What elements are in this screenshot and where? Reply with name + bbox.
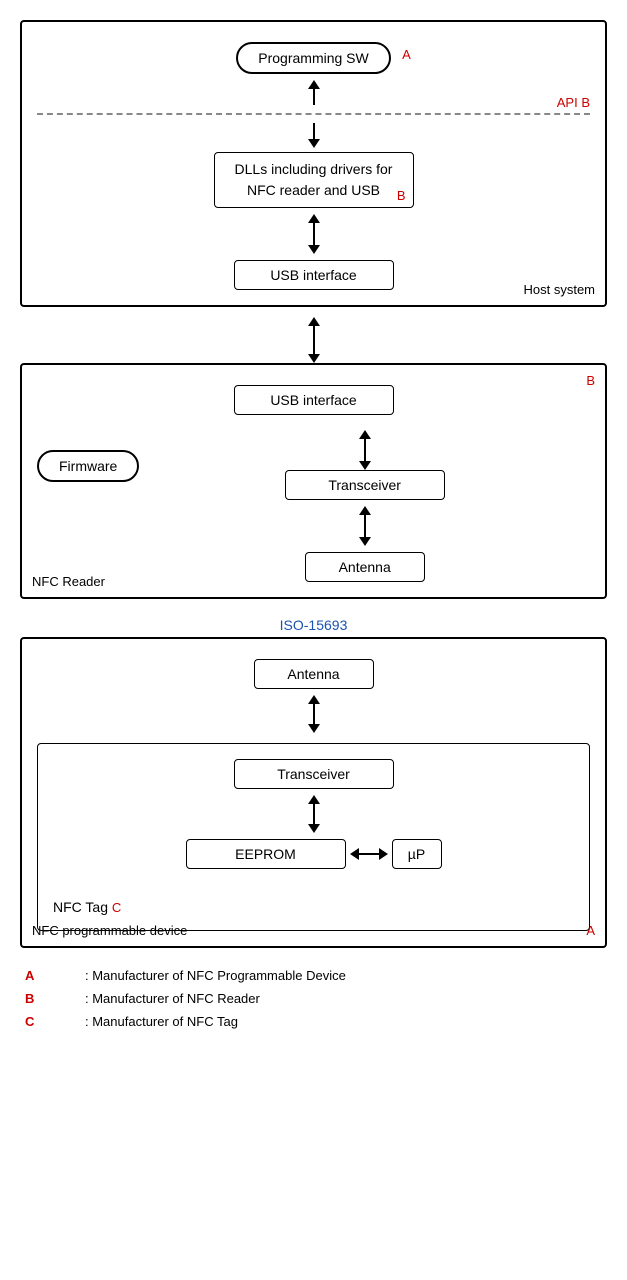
- legend: A : Manufacturer of NFC Programmable Dev…: [20, 968, 607, 1029]
- host-usb-interface-label: USB interface: [270, 267, 356, 283]
- api-dashed-line: [37, 113, 590, 115]
- tag-transceiver-label: Transceiver: [277, 766, 350, 782]
- iso-label: ISO-15693: [20, 609, 607, 637]
- programming-sw-label: Programming SW: [258, 50, 368, 66]
- reader-antenna-box: Antenna: [305, 552, 425, 582]
- legend-item-a: A : Manufacturer of NFC Programmable Dev…: [25, 968, 607, 983]
- nfc-reader-box: B USB interface Firmware: [20, 363, 607, 599]
- firmware-box: Firmware: [37, 450, 139, 482]
- legend-val-c: : Manufacturer of NFC Tag: [85, 1014, 238, 1029]
- nfc-reader-label: NFC Reader: [32, 574, 105, 589]
- legend-val-b: : Manufacturer of NFC Reader: [85, 991, 260, 1006]
- legend-key-c: C: [25, 1014, 85, 1029]
- arrow-transceiver-to-antenna: [359, 506, 371, 546]
- nfc-tag-badge: C: [112, 900, 121, 915]
- arrow-tag-transceiver-to-eeprom: [308, 795, 320, 833]
- reader-usb-interface-label: USB interface: [270, 392, 356, 408]
- api-label: API B: [557, 95, 590, 110]
- nfc-tag-box: Transceiver EEPROM: [37, 743, 590, 931]
- reader-transceiver-box: Transceiver: [285, 470, 445, 500]
- diagram: Programming SW A API B: [20, 20, 607, 1029]
- arrow-dashed-to-dll: [308, 123, 320, 148]
- dll-box: DLLs including drivers forNFC reader and…: [214, 152, 414, 208]
- arrow-eeprom-to-up: [350, 848, 388, 860]
- arrow-prog-antenna-to-tag: [308, 695, 320, 733]
- up-box: µP: [392, 839, 442, 869]
- firmware-label: Firmware: [59, 458, 117, 474]
- reader-antenna-label: Antenna: [339, 559, 391, 575]
- reader-transceiver-label: Transceiver: [328, 477, 401, 493]
- nfc-tag-label: NFC Tag: [53, 899, 108, 915]
- eeprom-label: EEPROM: [235, 846, 296, 862]
- legend-item-c: C : Manufacturer of NFC Tag: [25, 1014, 607, 1029]
- nfc-prog-device-label: NFC programmable device: [32, 923, 187, 938]
- programming-sw-badge: A: [402, 47, 411, 62]
- legend-val-a: : Manufacturer of NFC Programmable Devic…: [85, 968, 346, 983]
- dll-badge: B: [397, 188, 406, 203]
- prog-antenna-box: Antenna: [254, 659, 374, 689]
- legend-key-b: B: [25, 991, 85, 1006]
- nfc-prog-device-box: Antenna Transceiver: [20, 637, 607, 948]
- eeprom-box: EEPROM: [186, 839, 346, 869]
- arrow-dll-to-usb: [308, 214, 320, 254]
- prog-antenna-label: Antenna: [287, 666, 339, 682]
- nfc-reader-badge: B: [586, 373, 595, 388]
- arrow-host-to-reader: [308, 317, 320, 363]
- reader-usb-interface-box: USB interface: [234, 385, 394, 415]
- up-label: µP: [408, 846, 425, 862]
- dll-label: DLLs including drivers forNFC reader and…: [235, 161, 393, 198]
- legend-item-b: B : Manufacturer of NFC Reader: [25, 991, 607, 1006]
- host-usb-interface-box: USB interface: [234, 260, 394, 290]
- nfc-prog-device-badge: A: [586, 923, 595, 938]
- arrow-usb-to-transceiver: [359, 430, 371, 470]
- programming-sw-box: Programming SW: [236, 42, 390, 74]
- legend-key-a: A: [25, 968, 85, 983]
- tag-transceiver-box: Transceiver: [234, 759, 394, 789]
- arrow-sw-to-dashed: [308, 80, 320, 105]
- host-system-box: Programming SW A API B: [20, 20, 607, 307]
- host-system-label: Host system: [523, 282, 595, 297]
